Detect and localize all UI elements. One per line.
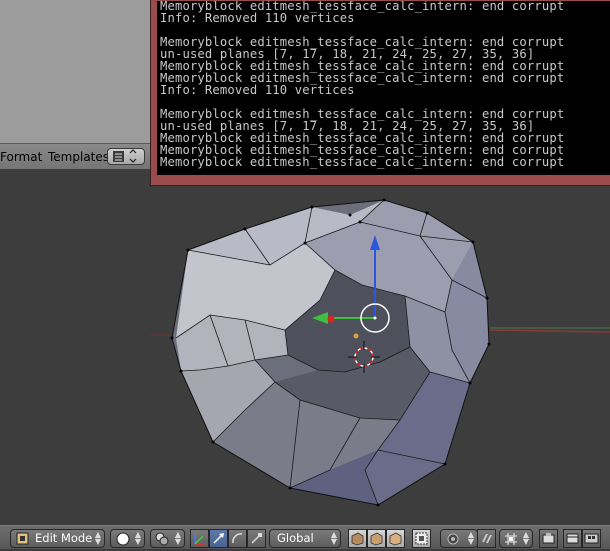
chevron-updown-icon: ▲ ▼ — [467, 530, 474, 546]
snap-toggle[interactable] — [477, 529, 496, 548]
mode-label: Edit Mode — [35, 531, 93, 545]
rotate-manipulator-button[interactable] — [228, 529, 247, 548]
console-line: Memoryblock editmesh_tessface_calc_inter… — [160, 155, 565, 169]
mode-select[interactable]: Edit Mode ▲ ▼ — [10, 529, 105, 548]
console-line: Info: Removed 110 vertices — [160, 11, 355, 25]
vertex-select-icon — [351, 532, 364, 546]
viewport-shading-select[interactable]: ▲ ▼ — [110, 529, 145, 548]
mesh-object[interactable] — [170, 198, 491, 507]
x-axis-line-right — [489, 329, 610, 333]
manipulator-icon — [194, 533, 205, 545]
manipulator-toggle[interactable] — [190, 529, 209, 548]
face-select-button[interactable] — [386, 529, 405, 548]
menu-format[interactable]: Format — [0, 150, 42, 164]
manipulator-center — [373, 316, 377, 320]
chevron-updown-icon: ▲ ▼ — [522, 530, 529, 546]
proportional-edit-select[interactable]: ▲ ▼ — [440, 529, 478, 548]
pivot-point-select[interactable]: ▲ ▼ — [150, 529, 185, 548]
opengl-render-sequence-button[interactable] — [582, 529, 601, 548]
pivot-icon — [155, 532, 169, 546]
face-select-icon — [389, 532, 402, 546]
viewport-header: Edit Mode ▲ ▼ ▲ ▼ ▲ ▼ Global ▲ ▼ ▲ ▼ ▲ ▼ — [0, 525, 610, 549]
menu-templates[interactable]: Templates — [48, 150, 109, 164]
rotate-icon — [232, 533, 243, 544]
console-window[interactable]: Memoryblock editmesh_tessface_calc_inter… — [150, 0, 610, 186]
3d-viewport[interactable] — [0, 169, 610, 525]
snap-element-select[interactable]: ▲ ▼ — [499, 529, 533, 548]
solid-shading-icon — [116, 532, 130, 546]
opengl-render-button[interactable] — [539, 529, 558, 548]
limit-selection-visible-button[interactable] — [412, 529, 431, 548]
chevron-updown-icon: ▲ ▼ — [94, 530, 101, 546]
transform-orientation-select[interactable]: Global ▲ ▼ — [269, 529, 341, 548]
chevron-updown-icon: ▲ ▼ — [330, 530, 337, 546]
edge-select-icon — [370, 532, 383, 546]
scale-icon — [251, 533, 262, 544]
chevron-updown-icon: ▲ ▼ — [174, 530, 181, 546]
snap-target-icon — [505, 533, 517, 545]
console-line: Info: Removed 110 vertices — [160, 83, 355, 97]
edge-select-button[interactable] — [367, 529, 386, 548]
edit-mode-icon — [16, 532, 29, 545]
x-axis-handle[interactable] — [327, 315, 335, 323]
scale-manipulator-button[interactable] — [247, 529, 266, 548]
viewport-canvas — [150, 198, 610, 507]
translate-manipulator-button[interactable] — [209, 529, 228, 548]
render-icon — [542, 533, 555, 544]
chevron-updown-icon: ▲ ▼ — [134, 530, 141, 546]
render-animation-icon — [566, 533, 579, 544]
snap-icon — [482, 534, 492, 543]
film-icon — [584, 533, 599, 544]
proportional-edit-icon — [447, 533, 459, 545]
translate-icon — [213, 533, 224, 544]
console-output: Memoryblock editmesh_tessface_calc_inter… — [157, 1, 610, 175]
vertex-select-button[interactable] — [348, 529, 367, 548]
object-origin-dot — [353, 333, 359, 339]
text-editor-icon — [113, 149, 137, 163]
orientation-label: Global — [277, 531, 314, 545]
editor-type-button[interactable] — [107, 148, 145, 165]
limit-visible-icon — [415, 532, 428, 545]
opengl-render-animation-button[interactable] — [563, 529, 582, 548]
